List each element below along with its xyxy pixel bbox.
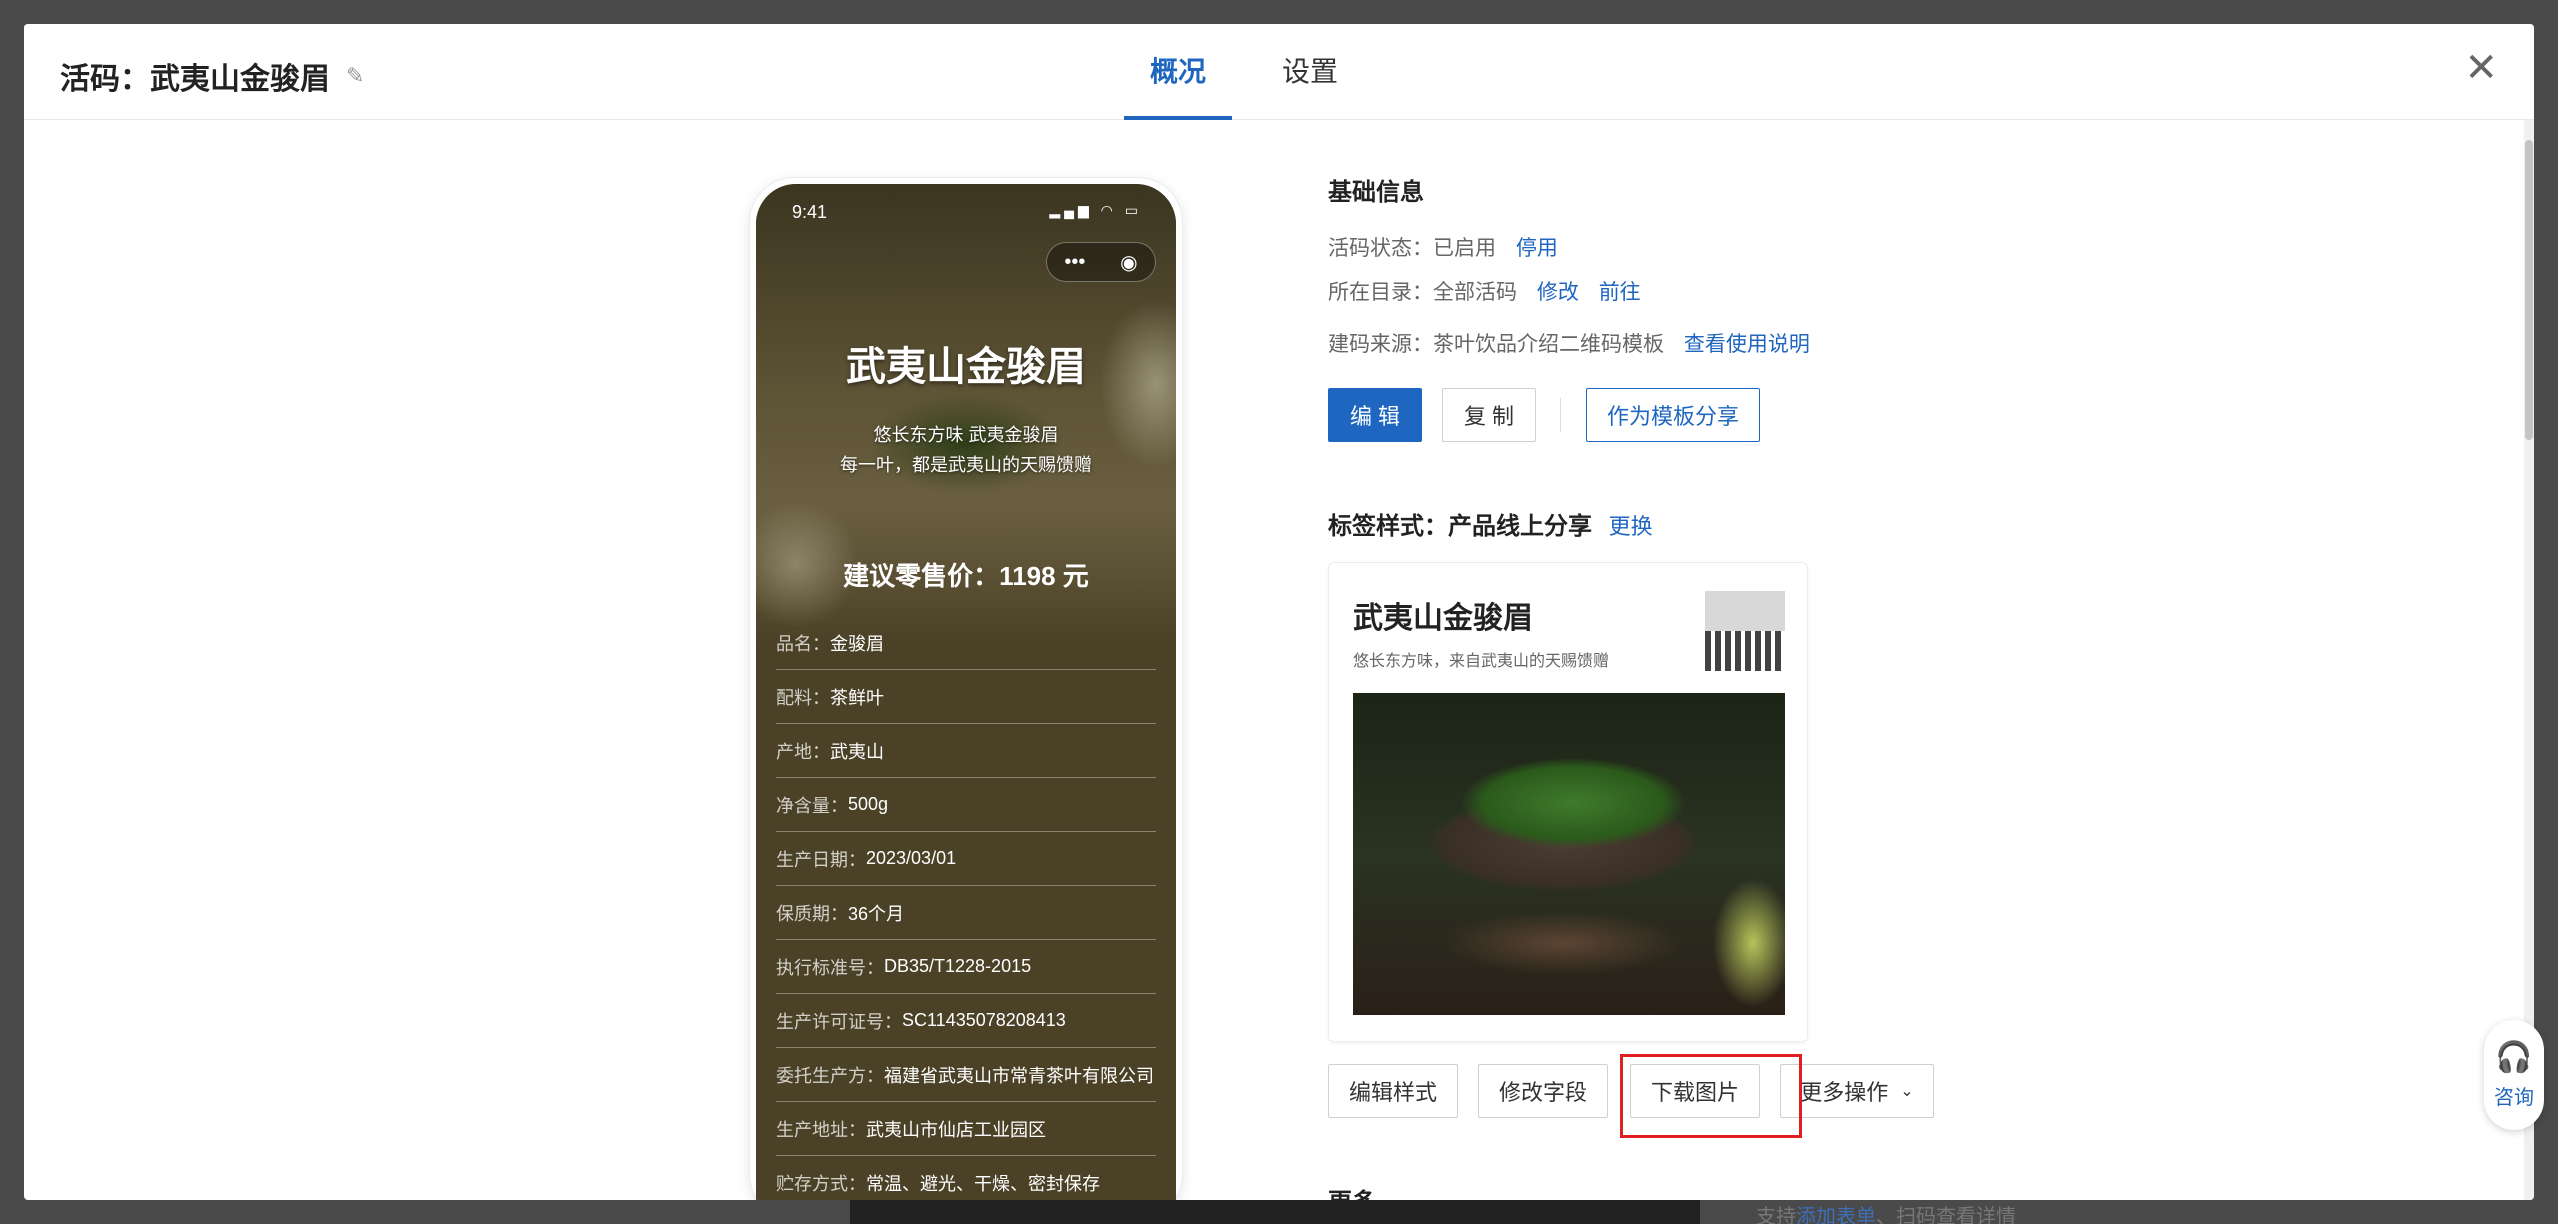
row-value: 武夷山 — [830, 741, 884, 762]
tab-overview[interactable]: 概况 — [1124, 24, 1233, 120]
row-value: 金骏眉 — [830, 633, 884, 654]
phone-subtitle-line2: 每一叶，都是武夷山的天赐馈赠 — [840, 455, 1092, 475]
row-value: 500g — [848, 794, 889, 814]
more-actions-label: 更多操作 — [1800, 1080, 1889, 1105]
row-key: 委托生产方： — [776, 1065, 884, 1086]
list-item: 生产许可证号： SC11435078208413 — [776, 994, 1156, 1048]
label-style-title-text: 标签样式：产品线上分享 — [1328, 513, 1592, 540]
phone-product-title: 武夷山金骏眉 — [846, 345, 1086, 389]
row-value: SC11435078208413 — [902, 1010, 1066, 1030]
row-key: 生产许可证号： — [776, 1011, 902, 1032]
card-subtitle: 悠长东方味，来自武夷山的天赐馈赠 — [1353, 653, 1610, 670]
row-key: 执行标准号： — [776, 957, 884, 978]
target-circle-icon: ◉ — [1120, 251, 1138, 274]
backdrop-text: 支持添加表单、扫码查看详情 — [1756, 1200, 2016, 1224]
directory-value: 全部活码 — [1433, 281, 1517, 304]
scrollbar-thumb[interactable] — [2525, 140, 2533, 440]
consult-label: 咨询 — [2494, 1087, 2534, 1109]
qr-code-mask — [1705, 591, 1785, 631]
row-key: 生产地址： — [776, 1119, 866, 1140]
consult-float-button[interactable]: 🎧 咨询 — [2484, 1020, 2544, 1130]
row-value: 福建省武夷山市常青茶叶有限公司 — [884, 1065, 1154, 1086]
row-key: 品名： — [776, 633, 830, 654]
row-value: 常温、避光、干燥、密封保存 — [866, 1173, 1100, 1194]
list-item: 配料： 茶鲜叶 — [776, 670, 1156, 724]
edit-button[interactable]: 编 辑 — [1328, 388, 1422, 442]
directory-go-link[interactable]: 前往 — [1599, 281, 1641, 304]
row-key: 配料： — [776, 687, 830, 708]
list-item: 执行标准号： DB35/T1228-2015 — [776, 940, 1156, 994]
phone-time: 9:41 — [792, 202, 828, 222]
row-value: 武夷山市仙店工业园区 — [866, 1119, 1046, 1140]
list-item: 品名： 金骏眉 — [776, 616, 1156, 670]
card-title: 武夷山金骏眉 — [1353, 602, 1533, 635]
source-line: 建码来源：茶叶饮品介绍二维码模板 查看使用说明 — [1328, 328, 1810, 358]
close-icon[interactable]: ✕ — [2464, 48, 2498, 88]
modal-header: 活码：武夷山金骏眉 ✎ 概况 设置 ✕ — [24, 24, 2534, 120]
list-item: 产地： 武夷山 — [776, 724, 1156, 778]
source-value: 茶叶饮品介绍二维码模板 — [1433, 333, 1664, 356]
status-value: 已启用 — [1433, 237, 1496, 260]
list-item: 保质期： 36个月 — [776, 886, 1156, 940]
tea-bowl-image — [1353, 693, 1785, 1015]
edit-style-button[interactable]: 编辑样式 — [1328, 1064, 1458, 1118]
basic-info-title: 基础信息 — [1328, 179, 1424, 206]
usage-guide-link[interactable]: 查看使用说明 — [1684, 333, 1810, 356]
row-key: 保质期： — [776, 903, 848, 924]
headset-icon: 🎧 — [2495, 1041, 2533, 1074]
list-item: 贮存方式： 常温、避光、干燥、密封保存 — [776, 1156, 1156, 1200]
row-key: 净含量： — [776, 795, 848, 816]
row-value: DB35/T1228-2015 — [884, 956, 1032, 976]
row-key: 生产日期： — [776, 849, 866, 870]
label-preview-card: 武夷山金骏眉 悠长东方味，来自武夷山的天赐馈赠 — [1328, 562, 1808, 1042]
tab-bar: 概况 设置 — [1124, 24, 1364, 120]
list-item: 净含量： 500g — [776, 778, 1156, 832]
modal-title-text: 活码：武夷山金骏眉 — [60, 63, 330, 96]
directory-edit-link[interactable]: 修改 — [1537, 281, 1579, 304]
change-style-link[interactable]: 更换 — [1609, 514, 1653, 539]
source-label: 建码来源： — [1328, 333, 1433, 356]
backdrop-suffix: 、扫码查看详情 — [1876, 1206, 2016, 1224]
miniprogram-capsule: ••• ◉ — [1046, 242, 1156, 282]
phone-info-list: 品名： 金骏眉 配料： 茶鲜叶 产地： 武夷山 净含量： 500g 生产日期： 2023/… — [776, 616, 1156, 1200]
phone-status-bar: 9:41 ▂▄▆ ◠ ▭ — [792, 202, 1142, 223]
download-highlight-box — [1620, 1054, 1802, 1138]
divider — [1560, 398, 1561, 432]
backdrop-strip — [850, 1196, 1700, 1224]
phone-subtitle: 悠长东方味 武夷金骏眉 每一叶，都是武夷山的天赐馈赠 — [756, 420, 1176, 480]
phone-screen: 9:41 ▂▄▆ ◠ ▭ ••• ◉ 武夷山金骏眉 悠长东方味 武夷金骏眉 每一… — [756, 184, 1176, 1200]
copy-button[interactable]: 复 制 — [1442, 388, 1536, 442]
more-dots-icon: ••• — [1064, 250, 1086, 273]
backdrop-prefix: 支持 — [1756, 1206, 1796, 1224]
chevron-down-icon: ⌄ — [1900, 1083, 1914, 1100]
tab-settings[interactable]: 设置 — [1256, 24, 1364, 120]
row-value: 36个月 — [848, 903, 905, 924]
share-as-template-button[interactable]: 作为模板分享 — [1586, 388, 1760, 442]
label-style-title: 标签样式：产品线上分享 更换 — [1328, 506, 1653, 541]
phone-subtitle-line1: 悠长东方味 武夷金骏眉 — [873, 425, 1059, 445]
row-value: 茶鲜叶 — [830, 687, 884, 708]
live-code-modal: 活码：武夷山金骏眉 ✎ 概况 设置 ✕ 9:41 ▂▄▆ ◠ ▭ ••• ◉ 武… — [24, 24, 2534, 1200]
list-item: 生产地址： 武夷山市仙店工业园区 — [776, 1102, 1156, 1156]
list-item: 生产日期： 2023/03/01 — [776, 832, 1156, 886]
more-section-title: 更多 — [1328, 1182, 1376, 1200]
row-key: 产地： — [776, 741, 830, 762]
modal-title: 活码：武夷山金骏眉 ✎ — [60, 54, 364, 98]
status-label: 活码状态： — [1328, 237, 1433, 260]
phone-preview: 9:41 ▂▄▆ ◠ ▭ ••• ◉ 武夷山金骏眉 悠长东方味 武夷金骏眉 每一… — [750, 178, 1182, 1200]
phone-price: 建议零售价：1198 元 — [843, 561, 1089, 591]
signal-wifi-battery-icon: ▂▄▆ ◠ ▭ — [1049, 202, 1142, 218]
list-item: 委托生产方： 福建省武夷山市常青茶叶有限公司 — [776, 1048, 1156, 1102]
disable-link[interactable]: 停用 — [1516, 237, 1558, 260]
more-actions-button[interactable]: 更多操作 ⌄ — [1780, 1064, 1934, 1118]
directory-line: 所在目录：全部活码 修改 前往 — [1328, 276, 1641, 306]
backdrop-link: 添加表单 — [1796, 1206, 1876, 1224]
row-key: 贮存方式： — [776, 1173, 866, 1194]
edit-fields-button[interactable]: 修改字段 — [1478, 1064, 1608, 1118]
directory-label: 所在目录： — [1328, 281, 1433, 304]
edit-title-pencil-icon[interactable]: ✎ — [346, 63, 364, 89]
status-line: 活码状态：已启用 停用 — [1328, 232, 1558, 262]
row-value: 2023/03/01 — [866, 848, 957, 868]
